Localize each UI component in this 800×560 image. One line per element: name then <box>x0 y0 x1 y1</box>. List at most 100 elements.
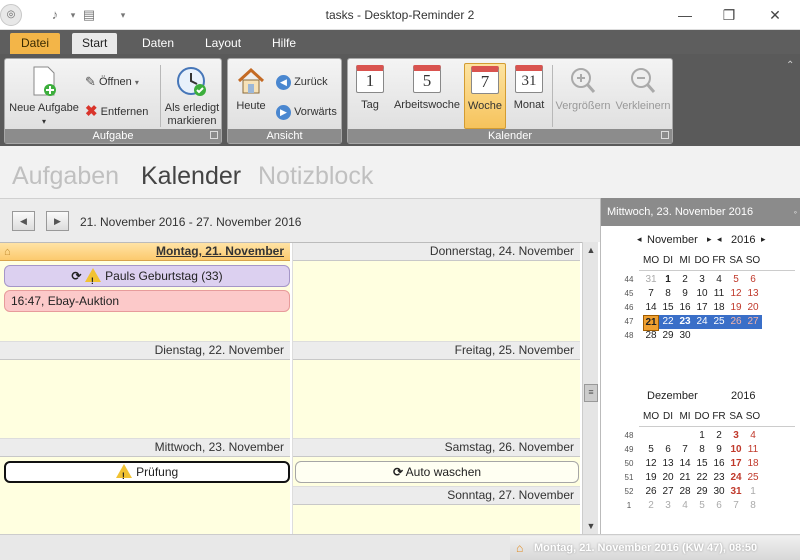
day-cell[interactable]: 17 <box>728 457 744 471</box>
day-cell[interactable]: 6 <box>660 443 676 457</box>
day-cell[interactable]: 22 <box>694 471 710 485</box>
day-cell[interactable]: 21 <box>677 471 693 485</box>
event-item[interactable]: 16:47, Ebay-Auktion <box>4 290 290 312</box>
day-cell[interactable]: 23 <box>711 471 727 485</box>
day-cell-monday[interactable]: ⌂ Montag, 21. November ⟳ ! Pauls Geburts… <box>0 243 290 341</box>
collapse-ribbon-icon[interactable]: ⌃ <box>786 60 794 71</box>
new-task-button[interactable]: Neue Aufgabe ▾ <box>7 65 81 126</box>
view-workweek-button[interactable]: 5 Arbeitswoche <box>392 65 462 125</box>
day-cell[interactable]: 27 <box>745 315 761 329</box>
view-month-button[interactable]: 31 Monat <box>510 65 548 125</box>
day-cell[interactable]: 31 <box>728 485 744 499</box>
day-cell-saturday[interactable]: Samstag, 26. November ⟳ Auto waschen <box>292 438 580 486</box>
day-cell-wednesday[interactable]: Mittwoch, 23. November ! Prüfung <box>0 438 290 535</box>
event-item[interactable]: ⟳ Auto waschen <box>295 461 579 483</box>
zoom-out-button[interactable]: Verkleinern <box>614 65 672 125</box>
scroll-thumb[interactable]: ≡ <box>584 384 598 402</box>
day-cell[interactable]: 23 <box>677 315 693 329</box>
next-month-icon[interactable]: ▸ <box>707 234 712 245</box>
day-cell[interactable]: 6 <box>711 499 727 513</box>
day-cell[interactable]: 30 <box>711 485 727 499</box>
day-cell[interactable]: 11 <box>745 443 761 457</box>
day-cell-friday[interactable]: Freitag, 25. November <box>292 341 580 438</box>
zoom-in-button[interactable]: Vergrößern <box>555 65 611 125</box>
day-cell[interactable]: 1 <box>660 273 676 287</box>
day-cell[interactable]: 17 <box>694 301 710 315</box>
minimize-button[interactable]: — <box>670 4 700 26</box>
day-cell[interactable]: 24 <box>728 471 744 485</box>
day-cell[interactable]: 5 <box>694 499 710 513</box>
day-cell[interactable]: 13 <box>660 457 676 471</box>
day-cell[interactable]: 18 <box>745 457 761 471</box>
day-cell[interactable]: 28 <box>677 485 693 499</box>
today-button[interactable]: Heute <box>231 65 271 123</box>
day-cell[interactable]: 24 <box>694 315 710 329</box>
day-cell[interactable]: 28 <box>643 329 659 343</box>
day-cell[interactable]: 13 <box>745 287 761 301</box>
day-cell[interactable]: 5 <box>728 273 744 287</box>
day-cell[interactable]: 2 <box>677 273 693 287</box>
day-cell[interactable]: 15 <box>660 301 676 315</box>
day-cell[interactable]: 25 <box>711 315 727 329</box>
open-button[interactable]: ✎ Öffnen ▾ <box>85 73 139 91</box>
day-cell[interactable]: 10 <box>728 443 744 457</box>
day-cell[interactable]: 4 <box>745 429 761 443</box>
day-cell[interactable]: 4 <box>711 273 727 287</box>
day-cell[interactable]: 22 <box>660 315 676 329</box>
day-cell[interactable]: 15 <box>694 457 710 471</box>
day-cell[interactable]: 8 <box>745 499 761 513</box>
next-year-icon[interactable]: ▸ <box>761 234 766 245</box>
day-cell[interactable]: 26 <box>643 485 659 499</box>
view-day-button[interactable]: 1 Tag <box>352 65 388 125</box>
day-cell[interactable]: 9 <box>711 443 727 457</box>
forward-button[interactable]: ▶ Vorwärts <box>276 103 337 121</box>
day-cell[interactable]: 29 <box>660 329 676 343</box>
day-cell[interactable]: 3 <box>694 273 710 287</box>
day-cell[interactable]: 6 <box>745 273 761 287</box>
day-cell[interactable]: 31 <box>643 273 659 287</box>
day-cell-tuesday[interactable]: Dienstag, 22. November <box>0 341 290 438</box>
day-cell[interactable]: 10 <box>694 287 710 301</box>
day-cell[interactable]: 16 <box>711 457 727 471</box>
day-cell[interactable]: 3 <box>728 429 744 443</box>
day-cell[interactable]: 14 <box>677 457 693 471</box>
day-cell[interactable]: 26 <box>728 315 744 329</box>
dialog-launcher-icon[interactable] <box>661 131 669 139</box>
tab-start[interactable]: Start <box>72 33 118 54</box>
event-item[interactable]: ! Prüfung <box>4 461 290 483</box>
day-cell[interactable]: 2 <box>643 499 659 513</box>
day-cell[interactable]: 16 <box>677 301 693 315</box>
day-cell[interactable]: 12 <box>728 287 744 301</box>
tab-daten[interactable]: Daten <box>132 33 184 54</box>
day-cell[interactable]: 20 <box>660 471 676 485</box>
day-cell[interactable]: 7 <box>643 287 659 301</box>
day-cell[interactable]: 7 <box>677 443 693 457</box>
mark-done-button[interactable]: Als erledigt markieren <box>163 65 221 127</box>
back-button[interactable]: ◀ Zurück <box>276 73 328 91</box>
pin-icon[interactable]: ◦ <box>794 198 797 226</box>
module-tab-aufgaben[interactable]: Aufgaben <box>12 162 119 191</box>
day-cell[interactable]: 2 <box>711 429 727 443</box>
day-cell-thursday[interactable]: Donnerstag, 24. November <box>292 243 580 341</box>
module-tab-kalender[interactable]: Kalender <box>141 162 241 191</box>
day-cell[interactable]: 19 <box>728 301 744 315</box>
maximize-button[interactable]: ❐ <box>714 4 744 26</box>
day-cell[interactable]: 12 <box>643 457 659 471</box>
tab-hilfe[interactable]: Hilfe <box>262 33 306 54</box>
close-button[interactable]: ✕ <box>760 4 790 26</box>
prev-year-icon[interactable]: ◂ <box>717 234 722 245</box>
prev-month-icon[interactable]: ◂ <box>637 234 642 245</box>
dialog-launcher-icon[interactable] <box>210 131 218 139</box>
scroll-up-icon[interactable]: ▲ <box>583 242 599 258</box>
next-week-button[interactable]: ▶ <box>46 211 69 231</box>
day-cell[interactable]: 25 <box>745 471 761 485</box>
day-cell[interactable]: 1 <box>745 485 761 499</box>
day-cell[interactable]: 14 <box>643 301 659 315</box>
tab-datei[interactable]: Datei <box>10 33 60 54</box>
day-cell[interactable]: 20 <box>745 301 761 315</box>
day-cell[interactable]: 19 <box>643 471 659 485</box>
vertical-scrollbar[interactable]: ▲ ≡ ▼ <box>582 242 598 534</box>
scroll-down-icon[interactable]: ▼ <box>583 518 599 534</box>
day-cell[interactable]: 8 <box>660 287 676 301</box>
day-cell[interactable]: 8 <box>694 443 710 457</box>
